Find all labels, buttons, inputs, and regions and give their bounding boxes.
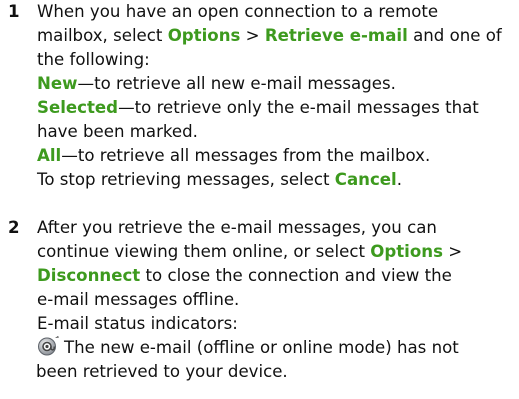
text-line: After you retrieve the e-mail messages, … [37, 216, 515, 240]
indicator-row: The new e-mail (offline or online mode) … [37, 336, 515, 360]
option-description: —to retrieve only the e-mail messages th… [118, 98, 479, 117]
document-page: 1 When you have an open connection to a … [0, 0, 519, 399]
text-line: have been marked. [37, 120, 515, 144]
text-line: e-mail messages offline. [37, 288, 515, 312]
instruction-text: and one of [407, 26, 502, 45]
options-menu-keyword: Options [167, 26, 241, 45]
text-line: E-mail status indicators: [37, 312, 515, 336]
cancel-keyword: Cancel [334, 170, 397, 189]
step-body: After you retrieve the e-mail messages, … [36, 216, 515, 384]
text-line: To stop retrieving messages, select Canc… [37, 168, 515, 192]
options-menu-keyword: Options [370, 242, 443, 261]
indicator-description: The new e-mail (offline or online mode) … [64, 338, 459, 357]
new-keyword: New [37, 74, 78, 93]
instruction-text: To stop retrieving messages, select [37, 170, 335, 189]
instruction-text: After you retrieve the e-mail messages, … [37, 218, 437, 237]
instruction-text: to close the connection and view the [140, 266, 452, 285]
instruction-text: continue viewing them online, or select [37, 242, 371, 261]
text-line: continue viewing them online, or select … [37, 240, 515, 264]
option-description: —to retrieve all messages from the mailb… [61, 146, 431, 165]
instruction-text: When you have an open connection to a re… [37, 2, 439, 21]
text-line: mailbox, select Options > Retrieve e-mai… [37, 24, 515, 48]
text-line: the following: [37, 48, 515, 72]
option-all: All—to retrieve all messages from the ma… [37, 144, 515, 168]
menu-separator: > [240, 26, 265, 45]
option-selected: Selected—to retrieve only the e-mail mes… [37, 96, 515, 120]
selected-keyword: Selected [37, 98, 119, 117]
disconnect-keyword: Disconnect [37, 266, 141, 285]
step-number: 2 [8, 218, 20, 237]
retrieve-email-keyword: Retrieve e-mail [264, 26, 408, 45]
option-description: have been marked. [37, 122, 198, 141]
option-description: —to retrieve all new e-mail messages. [77, 74, 396, 93]
all-keyword: All [37, 146, 62, 165]
indicator-description: been retrieved to your device. [36, 362, 288, 381]
new-email-not-retrieved-icon [37, 336, 61, 363]
step-number: 1 [8, 2, 20, 21]
instruction-text: mailbox, select [37, 26, 168, 45]
status-indicators-heading: E-mail status indicators: [37, 314, 238, 333]
option-new: New—to retrieve all new e-mail messages. [37, 72, 515, 96]
instruction-text: the following: [37, 50, 150, 69]
instruction-text: e-mail messages offline. [37, 290, 240, 309]
instruction-text: . [396, 170, 403, 189]
text-line: Disconnect to close the connection and v… [37, 264, 515, 288]
text-line: been retrieved to your device. [36, 360, 515, 384]
step-body: When you have an open connection to a re… [37, 0, 515, 192]
text-line: When you have an open connection to a re… [37, 0, 515, 24]
menu-separator: > [442, 242, 463, 261]
